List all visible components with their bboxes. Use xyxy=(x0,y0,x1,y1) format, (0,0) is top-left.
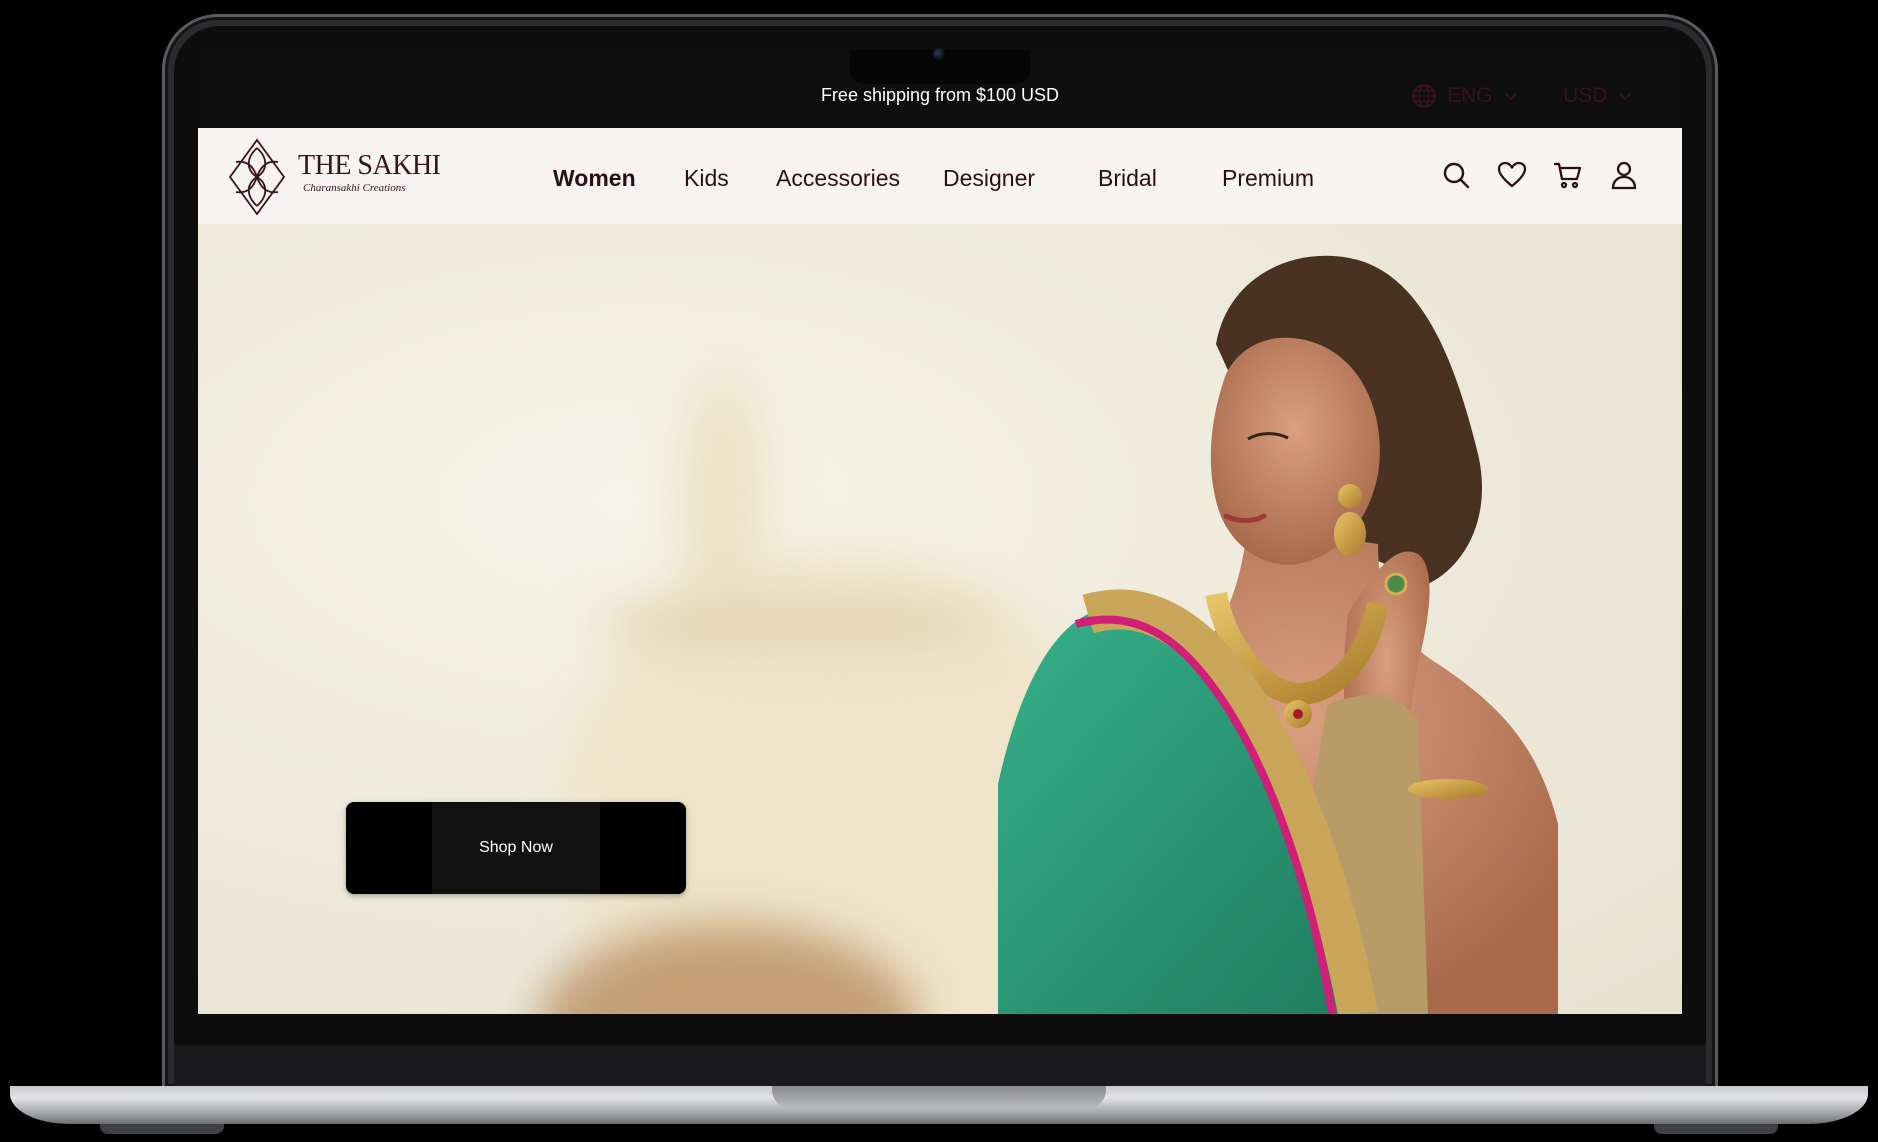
hero-banner: Shop Now xyxy=(198,224,1682,1014)
shop-now-label: Shop Now xyxy=(479,839,553,856)
hero-model-image xyxy=(998,255,1558,1014)
laptop-chin xyxy=(174,1044,1706,1090)
brand-tagline: Charansakhi Creations xyxy=(303,182,406,194)
heart-icon[interactable] xyxy=(1497,160,1527,190)
user-icon[interactable] xyxy=(1609,160,1639,190)
globe-icon xyxy=(1412,84,1436,108)
hero-bg-ledge xyxy=(598,594,998,654)
lotus-logo-icon[interactable] xyxy=(228,138,286,216)
laptop-foot-right xyxy=(1654,1124,1778,1134)
laptop-opening-groove xyxy=(772,1086,1106,1108)
nav-designer[interactable]: Designer xyxy=(943,165,1035,192)
nav-kids[interactable]: Kids xyxy=(684,165,729,192)
shop-now-button[interactable]: Shop Now xyxy=(346,802,686,894)
nav-bridal[interactable]: Bridal xyxy=(1098,165,1157,192)
nav-accessories[interactable]: Accessories xyxy=(776,165,900,192)
nav-premium[interactable]: Premium xyxy=(1222,165,1314,192)
nav-women[interactable]: Women xyxy=(553,165,636,192)
main-navbar: THE SAKHI Charansakhi Creations Women Ki… xyxy=(198,128,1682,224)
language-value: ENG xyxy=(1447,84,1493,107)
currency-value: USD xyxy=(1563,84,1608,107)
search-icon[interactable] xyxy=(1441,160,1471,190)
webcam-icon xyxy=(933,48,945,60)
chevron-down-icon xyxy=(1619,93,1631,101)
browser-screen: Free shipping from $100 USD ENG USD THE … xyxy=(198,50,1682,1014)
cart-icon[interactable] xyxy=(1553,160,1583,190)
currency-selector[interactable]: USD xyxy=(1563,83,1633,109)
laptop-foot-left xyxy=(100,1124,224,1134)
chevron-down-icon xyxy=(1504,93,1517,101)
brand-name[interactable]: THE SAKHI xyxy=(298,150,441,182)
language-selector[interactable]: ENG xyxy=(1411,83,1519,109)
